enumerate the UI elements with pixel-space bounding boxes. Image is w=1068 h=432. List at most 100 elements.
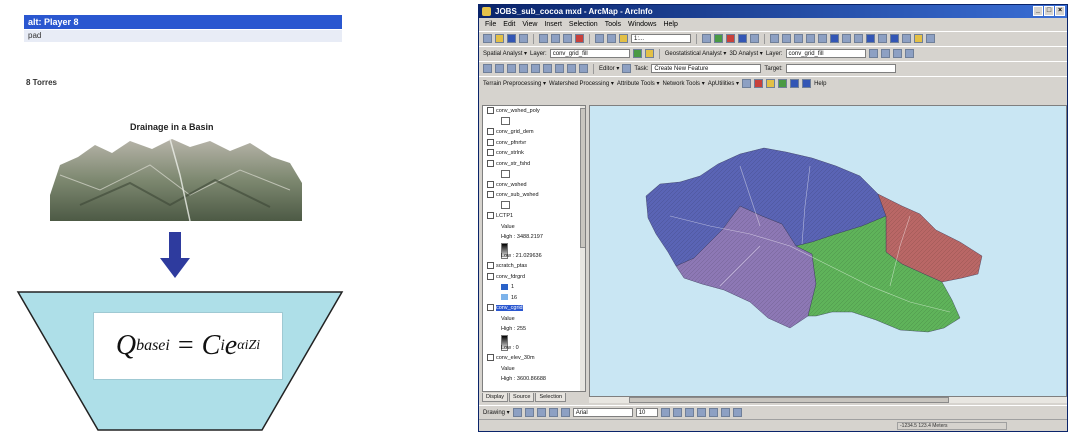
drawing-menu[interactable]: Drawing ▾ <box>483 409 510 416</box>
tools-icon[interactable] <box>483 64 492 73</box>
tab-selection[interactable]: Selection <box>535 393 567 402</box>
3d-point-icon[interactable] <box>904 49 914 58</box>
toc-item[interactable]: conv_elev_30m <box>483 353 585 364</box>
toc-item[interactable]: High : 3488.2197 <box>483 232 585 243</box>
menu-file[interactable]: File <box>485 19 496 30</box>
layer-checkbox[interactable] <box>487 191 494 199</box>
watershed-processing-menu[interactable]: Watershed Processing ▾ <box>549 80 614 87</box>
toc-item[interactable] <box>483 169 585 180</box>
3d-line-icon[interactable] <box>892 49 902 58</box>
menu-edit[interactable]: Edit <box>503 19 515 30</box>
attribute-icon[interactable] <box>790 79 800 88</box>
paste-icon[interactable] <box>563 34 572 43</box>
toc-item[interactable]: conv_wshed_poly <box>483 106 585 117</box>
toc-item[interactable] <box>483 334 585 351</box>
toc-item[interactable]: conv_wshed <box>483 180 585 191</box>
toc-item[interactable]: High : 3600.86688 <box>483 374 585 385</box>
toc-item[interactable]: conv_strlnk <box>483 148 585 159</box>
layer-checkbox[interactable] <box>487 128 494 136</box>
toc-item[interactable]: Value <box>483 314 585 325</box>
layer-combo[interactable]: conv_grid_fill <box>549 49 630 58</box>
toc-item[interactable]: Value <box>483 222 585 233</box>
batch-point-icon[interactable] <box>766 79 776 88</box>
arccatalog-icon[interactable] <box>726 34 735 43</box>
toc-item[interactable]: 1 <box>483 282 585 293</box>
scale-combo[interactable]: 1:... <box>631 34 691 43</box>
target-combo[interactable] <box>785 64 896 73</box>
underline-icon[interactable] <box>684 408 694 417</box>
toc-item[interactable]: conv_cgrid <box>483 303 585 314</box>
map-scroll-thumb[interactable] <box>629 397 949 403</box>
control-points-icon[interactable] <box>567 64 576 73</box>
fixed-zoom-out-icon[interactable] <box>806 34 815 43</box>
menu-selection[interactable]: Selection <box>569 19 598 30</box>
toc-item[interactable]: Value <box>483 364 585 375</box>
toc-item[interactable]: conv_grid_dem <box>483 127 585 138</box>
layer-combo-2[interactable]: conv_grid_fill <box>785 49 866 58</box>
layer-checkbox[interactable] <box>487 262 494 270</box>
layer-checkbox[interactable] <box>487 354 494 362</box>
histogram-icon[interactable] <box>632 49 642 58</box>
font-color-icon[interactable] <box>696 408 706 417</box>
print-icon[interactable] <box>519 34 528 43</box>
georef-icon[interactable] <box>519 64 528 73</box>
select-features-icon[interactable] <box>866 34 875 43</box>
clear-selection-icon[interactable] <box>507 64 516 73</box>
terrain-preprocessing-menu[interactable]: Terrain Preprocessing ▾ <box>483 80 546 87</box>
zoom-out-icon[interactable] <box>782 34 791 43</box>
line-color-icon[interactable] <box>720 408 730 417</box>
toc-scrollbar[interactable] <box>580 106 585 391</box>
toc-item[interactable]: 16 <box>483 293 585 304</box>
open-icon[interactable] <box>495 34 504 43</box>
task-combo[interactable]: Create New Feature <box>651 64 762 73</box>
trace-icon[interactable] <box>778 79 788 88</box>
layer-checkbox[interactable] <box>487 149 494 157</box>
rectangle-icon[interactable] <box>548 408 558 417</box>
back-extent-icon[interactable] <box>842 34 851 43</box>
sketch-tool-icon[interactable] <box>622 64 632 73</box>
toc-item[interactable]: Low : 0 <box>483 343 585 354</box>
geostatistical-analyst-menu[interactable]: Geostatistical Analyst ▾ <box>665 50 727 57</box>
bold-icon[interactable] <box>660 408 670 417</box>
link-table-icon[interactable] <box>579 64 588 73</box>
toc-item[interactable]: Low : 21.029636 <box>483 251 585 262</box>
zoom-layer-icon[interactable] <box>495 64 504 73</box>
marker-color-icon[interactable] <box>732 408 742 417</box>
menu-view[interactable]: View <box>522 19 537 30</box>
delete-icon[interactable] <box>575 34 584 43</box>
add-data-icon[interactable] <box>619 34 628 43</box>
tab-display[interactable]: Display <box>482 393 509 402</box>
save-icon[interactable] <box>507 34 516 43</box>
help-button[interactable]: Help <box>814 81 826 87</box>
full-extent-icon[interactable] <box>830 34 839 43</box>
title-bar[interactable]: JOBS_sub_cocoa mxd - ArcMap - ArcInfo _ … <box>479 5 1067 18</box>
find-icon[interactable] <box>902 34 911 43</box>
toc-item[interactable] <box>483 242 585 259</box>
hyperlink-icon[interactable] <box>926 34 935 43</box>
close-button[interactable]: × <box>1055 6 1065 16</box>
copy-icon[interactable] <box>551 34 560 43</box>
map-scrollbar[interactable] <box>589 397 1067 403</box>
3d-create-icon[interactable] <box>868 49 878 58</box>
layer-checkbox[interactable] <box>487 138 494 146</box>
menu-insert[interactable]: Insert <box>544 19 562 30</box>
select-elements-arrow-icon[interactable] <box>512 408 522 417</box>
rotate-element-icon[interactable] <box>524 408 534 417</box>
redo-icon[interactable] <box>607 34 616 43</box>
menu-help[interactable]: Help <box>663 19 677 30</box>
point-delineation-icon[interactable] <box>754 79 764 88</box>
toc-item[interactable]: conv_sub_wshed <box>483 190 585 201</box>
minimize-button[interactable]: _ <box>1033 6 1043 16</box>
new-icon[interactable] <box>483 34 492 43</box>
toc-item[interactable] <box>483 117 585 128</box>
layer-checkbox[interactable] <box>487 107 494 115</box>
map-display[interactable] <box>589 105 1067 397</box>
toc-item[interactable]: LCTP1 <box>483 211 585 222</box>
undo-icon[interactable] <box>595 34 604 43</box>
shift-icon[interactable] <box>543 64 552 73</box>
editor-menu[interactable]: Editor ▾ <box>599 65 619 72</box>
editor-toolbar-icon[interactable] <box>702 34 711 43</box>
arctoolbox-icon[interactable] <box>714 34 723 43</box>
command-line-icon[interactable] <box>738 34 747 43</box>
italic-icon[interactable] <box>672 408 682 417</box>
